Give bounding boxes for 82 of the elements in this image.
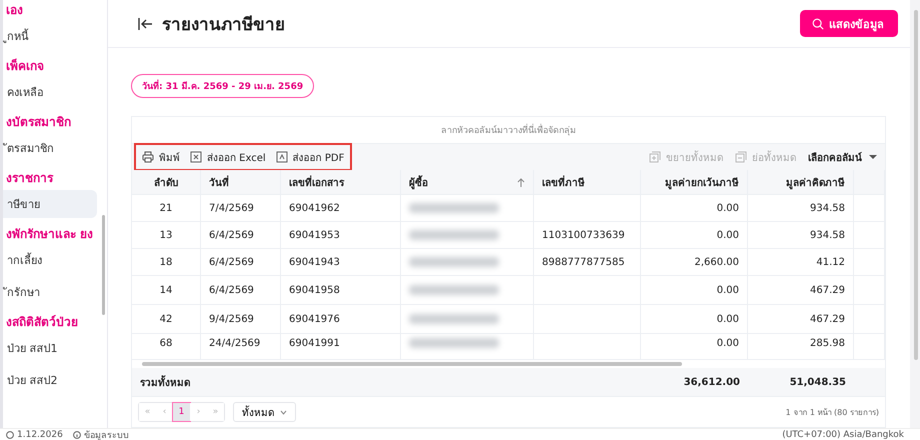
sidebar-item[interactable]: ากเลี้ยง [3,246,97,274]
date-range-badge: วันที่: 31 มี.ค. 2569 - 29 เม.ย. 2569 [131,74,314,98]
scrollbar-thumb[interactable] [142,362,682,366]
table-cell: 42 [132,305,201,334]
version-text: 1.12.2026 [17,430,63,440]
table-cell: 13 [132,222,201,249]
table-cell: 2,660.00 [641,249,748,276]
sidebar-section-title: งราชการ [5,170,54,186]
column-header[interactable]: เลขที่ภาษี [534,170,641,195]
excel-button[interactable]: ส่งออก Excel [190,150,266,164]
scrollbar-thumb[interactable] [102,215,105,315]
table-cell: 0.00 [641,334,748,360]
total-value: 51,048.35 [788,376,847,388]
excel-file-icon [190,151,202,163]
table-cell: 68 [132,334,201,360]
table-cell: 0.00 [641,222,748,249]
search-icon [812,18,824,30]
table-cell: 14 [132,276,201,305]
page-info: 1 จาก 1 หน้า (80 รายการ) [786,406,879,418]
total-value: 36,612.00 [682,376,741,388]
show-data-button[interactable]: แสดงข้อมูล [800,10,898,37]
chevron-down-icon [280,410,287,414]
clock-icon [6,431,14,439]
table-cell: 0.00 [641,276,748,305]
table-cell: 285.98 [748,334,854,360]
table-cell: 69041962 [281,195,401,222]
table-cell: 467.29 [748,276,854,305]
plus-square-icon [649,151,661,163]
pdf-file-icon [276,151,288,163]
timezone-text: (UTC+07:00) Asia/Bangkok [782,430,904,440]
column-header[interactable]: ผู้ซื้อ [401,170,534,195]
sidebar-section-title: งสถิติสัตว์ป่วย [5,314,79,330]
system-info-link[interactable]: ข้อมูลระบบ [84,428,129,440]
table-cell: 0.00 [641,195,748,222]
page-size-dropdown[interactable]: ทั้งหมด [233,402,296,422]
column-header[interactable]: เลขที่เอกสาร [281,170,401,195]
table-cell: 934.58 [748,195,854,222]
table-cell: 6/4/2569 [201,222,281,249]
table-cell: 69041953 [281,222,401,249]
table-cell: 41.12 [748,249,854,276]
sidebar-section-title: งพักรักษาและ ยง [5,226,94,242]
table-cell: 8988777877585 [534,249,641,276]
page-button[interactable]: 1 [173,403,190,421]
table-cell: 24/4/2569 [201,334,281,360]
scrollbar-thumb[interactable] [914,10,918,360]
back-icon[interactable] [138,16,154,30]
total-label: รวมทั้งหมด [132,374,641,390]
table-cell: 934.58 [748,222,854,249]
sidebar-item[interactable]: ัตรสมาชิก [3,134,97,162]
table-cell: 1103100733639 [534,222,641,249]
table-cell: 69041991 [281,334,401,360]
table-cell: 6/4/2569 [201,249,281,276]
table-cell: 69041943 [281,249,401,276]
printer-icon [142,151,154,163]
sidebar-section-title: เอง [5,2,24,18]
sidebar-section-title: เพ็คเกจ [5,58,45,74]
table-cell: 9/4/2569 [201,305,281,334]
sidebar-item[interactable]: าษีขาย [3,190,97,218]
column-header[interactable]: มูลค่ายกเว้นภาษี [641,170,748,195]
columns-button[interactable]: เลือกคอลัมน์ [808,150,879,164]
column-header[interactable]: วันที่ [201,170,281,195]
print-button[interactable]: พิมพ์ [142,150,180,164]
sidebar-item[interactable]: ูกหนี้ [3,22,97,50]
table-cell: 18 [132,249,201,276]
sidebar-item[interactable]: คงเหลือ [3,78,97,106]
page-title: รายงานภาษีขาย [162,14,286,37]
column-header[interactable]: มูลค่าคิดภาษี [748,170,854,195]
sidebar-item[interactable]: ักรักษา [3,278,97,306]
pdf-button[interactable]: ส่งออก PDF [276,150,344,164]
table-cell: 69041958 [281,276,401,305]
sidebar-item[interactable]: ป่วย สสป2 [3,366,97,394]
info-icon [72,431,81,439]
table-cell: 21 [132,195,201,222]
table-cell: 69041976 [281,305,401,334]
column-header[interactable]: ลำดับ [132,170,201,195]
sidebar-item[interactable]: ป่วย สสป1 [3,334,97,362]
table-cell: 0.00 [641,305,748,334]
sidebar-section-title: งบัตรสมาชิก [5,114,72,130]
table-cell: 467.29 [748,305,854,334]
minus-square-icon [735,151,747,163]
table-cell: 7/4/2569 [201,195,281,222]
table-cell: 6/4/2569 [201,276,281,305]
